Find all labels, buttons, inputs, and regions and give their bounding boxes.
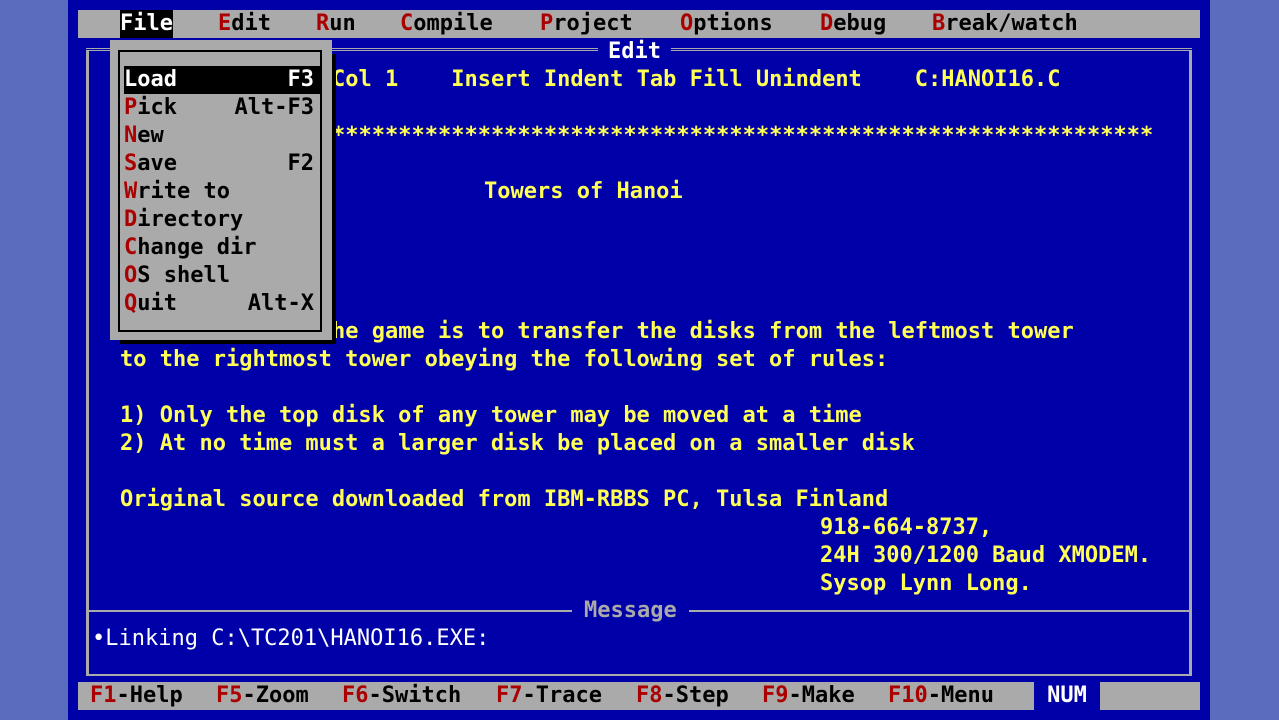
desktop-left-border — [0, 0, 68, 720]
menu-debug[interactable]: Debug — [820, 10, 886, 38]
source-line: to the rightmost tower obeying the follo… — [120, 347, 889, 372]
menu-item-os-shell[interactable]: OS shell — [124, 262, 320, 290]
menu-project[interactable]: Project — [540, 10, 633, 38]
source-line: 1) Only the top disk of any tower may be… — [120, 403, 862, 428]
menu-file[interactable]: File — [120, 10, 173, 38]
menu-edit[interactable]: Edit — [218, 10, 271, 38]
window-left-border — [86, 50, 89, 676]
menu-options[interactable]: Options — [680, 10, 773, 38]
fkey-menu[interactable]: F10-Menu — [888, 682, 994, 710]
message-window-title: Message — [572, 597, 689, 625]
menu-item-write-to[interactable]: Write to — [124, 178, 320, 206]
fkey-make[interactable]: F9-Make — [762, 682, 855, 710]
file-menu: Load F3 Pick Alt-F3 New Save F2 Write to Di… — [110, 40, 332, 340]
menu-item-quit[interactable]: Quit Alt-X — [124, 290, 320, 318]
source-line: Sysop Lynn Long. — [820, 571, 1032, 596]
message-text: •Linking C:\TC201\HANOI16.EXE: — [92, 626, 490, 651]
window-right-border — [1189, 50, 1192, 676]
turbo-c-screen: File Edit Run Compile Project Options De… — [68, 0, 1210, 720]
comment-separator: ****************************************… — [332, 123, 1154, 148]
edit-window-title: Edit — [598, 38, 671, 66]
source-line: he game is to transfer the disks from th… — [332, 319, 1074, 344]
fkey-help[interactable]: F1-Help — [90, 682, 183, 710]
fkey-switch[interactable]: F6-Switch — [342, 682, 461, 710]
fkey-step[interactable]: F8-Step — [636, 682, 729, 710]
menu-item-new[interactable]: New — [124, 122, 320, 150]
menu-item-load[interactable]: Load F3 — [124, 66, 320, 94]
function-key-bar: F1-Help F5-Zoom F6-Switch F7-Trace F8-St… — [78, 682, 1200, 710]
source-line: Original source downloaded from IBM-RBBS… — [120, 487, 889, 512]
menu-item-change-dir[interactable]: Change dir — [124, 234, 320, 262]
source-line: 24H 300/1200 Baud XMODEM. — [820, 543, 1152, 568]
num-lock-indicator: NUM — [1034, 682, 1100, 710]
menu-item-directory[interactable]: Directory — [124, 206, 320, 234]
menu-item-pick[interactable]: Pick Alt-F3 — [124, 94, 320, 122]
source-line: Towers of Hanoi — [484, 179, 683, 204]
source-line: 2) At no time must a larger disk be plac… — [120, 431, 915, 456]
menu-compile[interactable]: Compile — [400, 10, 493, 38]
menu-item-save[interactable]: Save F2 — [124, 150, 320, 178]
menu-bar: File Edit Run Compile Project Options De… — [78, 10, 1200, 38]
desktop-right-border — [1210, 0, 1279, 720]
editor-status-line: Col 1 Insert Indent Tab Fill Unindent C:… — [332, 67, 1061, 92]
fkey-trace[interactable]: F7-Trace — [496, 682, 602, 710]
menu-run[interactable]: Run — [316, 10, 356, 38]
source-line: 918-664-8737, — [820, 515, 993, 540]
fkey-zoom[interactable]: F5-Zoom — [216, 682, 309, 710]
menu-break-watch[interactable]: Break/watch — [932, 10, 1078, 38]
window-bottom-border — [86, 674, 1192, 676]
